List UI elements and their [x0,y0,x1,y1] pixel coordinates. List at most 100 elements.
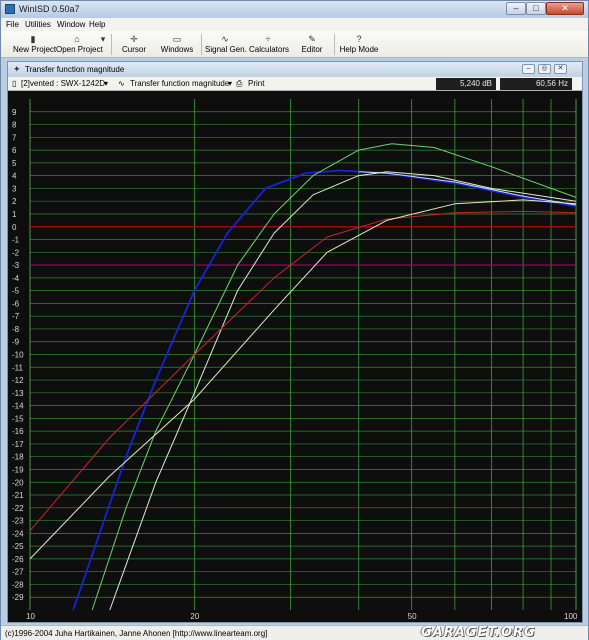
graph-type-select[interactable]: Transfer function magnitude [130,79,229,88]
signal-gen-button[interactable]: ∿ Signal Gen. [205,33,247,56]
graph-toolbar: ▯ [2]vented : SWX-1242D ▾ ∿ Transfer fun… [8,77,582,91]
y-tick-label: -17 [12,440,24,449]
signal-gen-icon: ∿ [221,34,229,44]
y-tick-label: -12 [12,376,24,385]
editor-icon: ✎ [308,34,316,44]
y-tick-label: -23 [12,517,24,526]
title-bar[interactable]: WinISD 0.50a7 – □ ✕ [1,1,588,18]
y-tick-label: -8 [12,325,20,334]
app-window: WinISD 0.50a7 – □ ✕ File Utilities Windo… [0,0,589,640]
app-title: WinISD 0.50a7 [19,4,80,14]
watermark-logo: GARAGET.ORG [421,625,536,640]
y-tick-label: -21 [12,491,24,500]
child-minimize-button[interactable]: – [522,64,535,74]
y-tick-label: -15 [12,414,24,423]
toolbar-separator [111,34,112,55]
graph-window-title-bar[interactable]: ✦ Transfer function magnitude – ◎ ✕ [8,62,582,77]
y-tick-label: -29 [12,593,24,602]
open-project-button[interactable]: ⌂ Open Project [56,33,103,56]
y-tick-label: -1 [12,236,20,245]
x-tick-label: 10 [26,612,35,621]
child-close-button[interactable]: ✕ [554,64,567,74]
graph-select-chevron-down-icon[interactable]: ▾ [228,79,232,88]
app-icon [5,4,15,14]
x-tick-label: 20 [190,612,199,621]
y-tick-label: 0 [12,223,17,232]
y-tick-label: 6 [12,146,17,155]
signal-icon: ∿ [118,79,125,88]
new-project-button[interactable]: ▮ New Project [13,33,56,56]
y-tick-label: -26 [12,555,24,564]
y-tick-label: -2 [12,248,20,257]
y-tick-label: -3 [12,261,20,270]
menu-help[interactable]: Help [89,20,105,29]
cursor-db-readout: 5,240 dB [436,78,496,90]
y-tick-label: -16 [12,427,24,436]
series-line-5 [29,210,577,532]
help-mode-button[interactable]: ? Help Mode [339,33,379,56]
y-tick-label: -18 [12,453,24,462]
y-tick-label: -13 [12,389,24,398]
y-tick-label: 2 [12,197,17,206]
calculators-button[interactable]: ÷ Calculators [249,33,289,56]
y-tick-label: -24 [12,529,24,538]
plot-bottom-mask [8,611,582,622]
y-tick-label: 9 [12,108,17,117]
minimize-button[interactable]: – [506,2,526,15]
y-tick-label: 5 [12,159,17,168]
y-tick-label: -22 [12,504,24,513]
menu-bar: File Utilities Window Help [1,18,588,31]
status-copyright: (c)1996-2004 Juha Hartikainen, Janne Aho… [5,629,268,638]
y-tick-label: -4 [12,274,20,283]
project-select-chevron-down-icon[interactable]: ▾ [104,79,108,88]
y-tick-label: -9 [12,338,20,347]
child-restore-button[interactable]: ◎ [538,64,551,74]
help-mode-icon: ? [356,34,362,44]
y-tick-label: -10 [12,351,24,360]
y-tick-label: 3 [12,184,17,193]
menu-file[interactable]: File [6,20,19,29]
x-tick-label: 100 [564,612,578,621]
project-select[interactable]: [2]vented : SWX-1242D [21,79,105,88]
calculators-icon: ÷ [265,34,271,44]
print-button[interactable]: Print [248,79,264,88]
y-tick-label: -6 [12,299,20,308]
y-tick-label: -27 [12,568,24,577]
pin-icon: ✦ [13,64,21,74]
series-line-4 [109,171,577,611]
windows-button[interactable]: ▭ Windows [159,33,195,56]
cursor-button[interactable]: ✛ Cursor [119,33,149,56]
series-line-6 [29,199,577,560]
main-toolbar: ▮ New Project ⌂ Open Project ▾ ✛ Cursor … [1,31,588,58]
y-tick-label: -28 [12,580,24,589]
y-tick-label: 7 [12,133,17,142]
transfer-function-chart[interactable]: 9876543210-1-2-3-4-5-6-7-8-9-10-11-12-13… [8,91,582,622]
y-tick-label: 8 [12,121,17,130]
close-button[interactable]: ✕ [546,2,584,15]
series-line-1 [72,169,577,611]
open-project-icon: ⌂ [74,34,80,44]
y-tick-label: 4 [12,172,17,181]
maximize-button[interactable]: □ [526,2,546,15]
y-tick-label: -14 [12,402,24,411]
graph-window: ✦ Transfer function magnitude – ◎ ✕ ▯ [2… [7,61,583,623]
y-tick-label: -11 [12,363,24,372]
open-project-dropdown[interactable]: ▾ [99,33,107,56]
menu-window[interactable]: Window [57,20,85,29]
plot-area[interactable]: 9 8 7 6 5 4 3 2 1 0 -1 -2 -3 -4 -5 -6 -7 -8 -9 -10 -11 -12 -13… [8,91,582,622]
y-tick-label: -7 [12,312,20,321]
cursor-icon: ✛ [130,34,138,44]
toolbar-separator [334,34,335,55]
editor-button[interactable]: ✎ Editor [299,33,325,56]
project-icon: ▯ [12,79,17,88]
chevron-down-icon: ▾ [100,34,106,44]
printer-icon: ⎙ [236,79,243,88]
y-tick-label: -25 [12,542,24,551]
cursor-hz-readout: 60,56 Hz [500,78,572,90]
menu-utilities[interactable]: Utilities [25,20,51,29]
new-project-icon: ▮ [30,34,36,44]
windows-icon: ▭ [172,34,182,44]
graph-window-title: Transfer function magnitude [25,65,125,74]
y-tick-label: -5 [12,287,20,296]
y-tick-label: 1 [12,210,17,219]
